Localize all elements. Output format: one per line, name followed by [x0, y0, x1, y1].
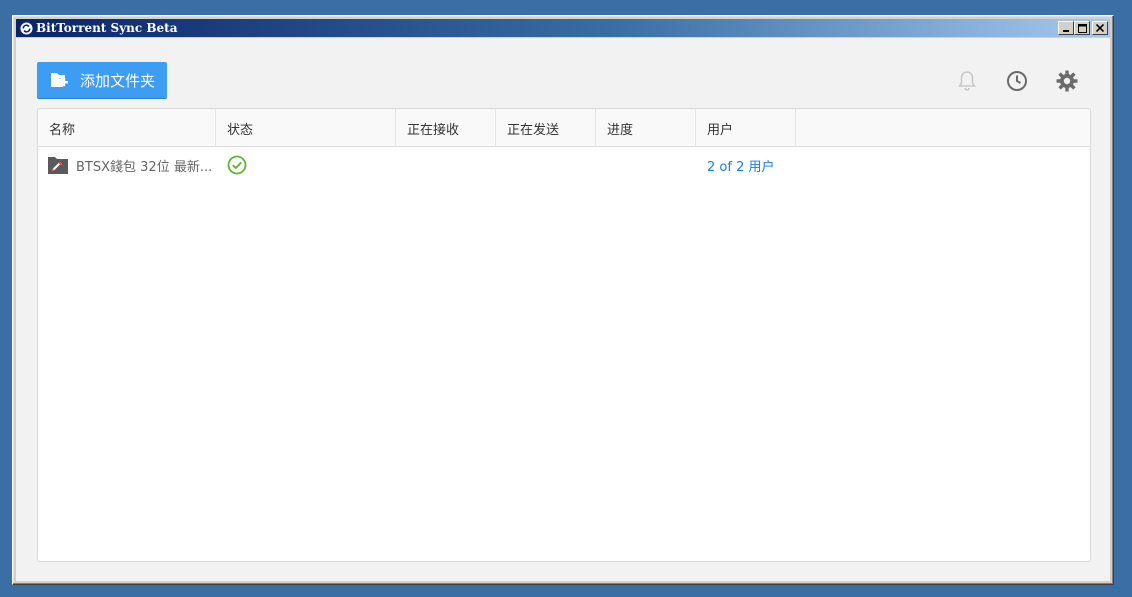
app-window: BitTorrent Sync Beta 添加文件夹 名称 状态 正在接收 正在…	[12, 15, 1114, 585]
sync-app-icon	[19, 21, 33, 35]
check-icon	[227, 155, 247, 175]
window-title: BitTorrent Sync Beta	[36, 21, 178, 35]
history-clock-icon[interactable]	[1005, 69, 1029, 93]
close-icon	[1096, 24, 1104, 32]
minimize-button[interactable]	[1058, 21, 1074, 35]
settings-gear-icon[interactable]	[1055, 69, 1079, 93]
column-header-users[interactable]: 用户	[696, 109, 796, 147]
folders-table: 名称 状态 正在接收 正在发送 进度 用户 BTSX錢包 32位 最新... 2…	[37, 108, 1091, 562]
table-header: 名称 状态 正在接收 正在发送 进度 用户	[38, 109, 1090, 147]
column-header-sending[interactable]: 正在发送	[496, 109, 596, 147]
maximize-button[interactable]	[1074, 21, 1090, 35]
maximize-icon	[1077, 23, 1087, 33]
bell-icon[interactable]	[955, 69, 979, 93]
add-folder-icon	[51, 73, 68, 87]
close-button[interactable]	[1092, 21, 1108, 35]
column-header-status[interactable]: 状态	[216, 109, 396, 147]
status-cell	[227, 147, 247, 183]
users-cell: 2 of 2 用户	[707, 147, 774, 183]
folder-icon	[48, 157, 68, 174]
column-header-receiving[interactable]: 正在接收	[396, 109, 496, 147]
table-row[interactable]: BTSX錢包 32位 最新... 2 of 2 用户	[38, 147, 1090, 183]
add-folder-label: 添加文件夹	[80, 71, 156, 90]
folder-name: BTSX錢包 32位 最新...	[76, 159, 213, 175]
minimize-icon	[1063, 30, 1069, 32]
add-folder-button[interactable]: 添加文件夹	[37, 62, 167, 99]
column-header-name[interactable]: 名称	[38, 109, 216, 147]
column-header-progress[interactable]: 进度	[596, 109, 696, 147]
title-bar[interactable]: BitTorrent Sync Beta	[16, 19, 1110, 37]
main-content: 添加文件夹 名称 状态 正在接收 正在发送 进度 用户 BTSX錢包 32位 最…	[16, 38, 1110, 581]
users-link[interactable]: 2 of 2 用户	[707, 156, 774, 175]
folder-name-cell: BTSX錢包 32位 最新...	[47, 147, 217, 183]
